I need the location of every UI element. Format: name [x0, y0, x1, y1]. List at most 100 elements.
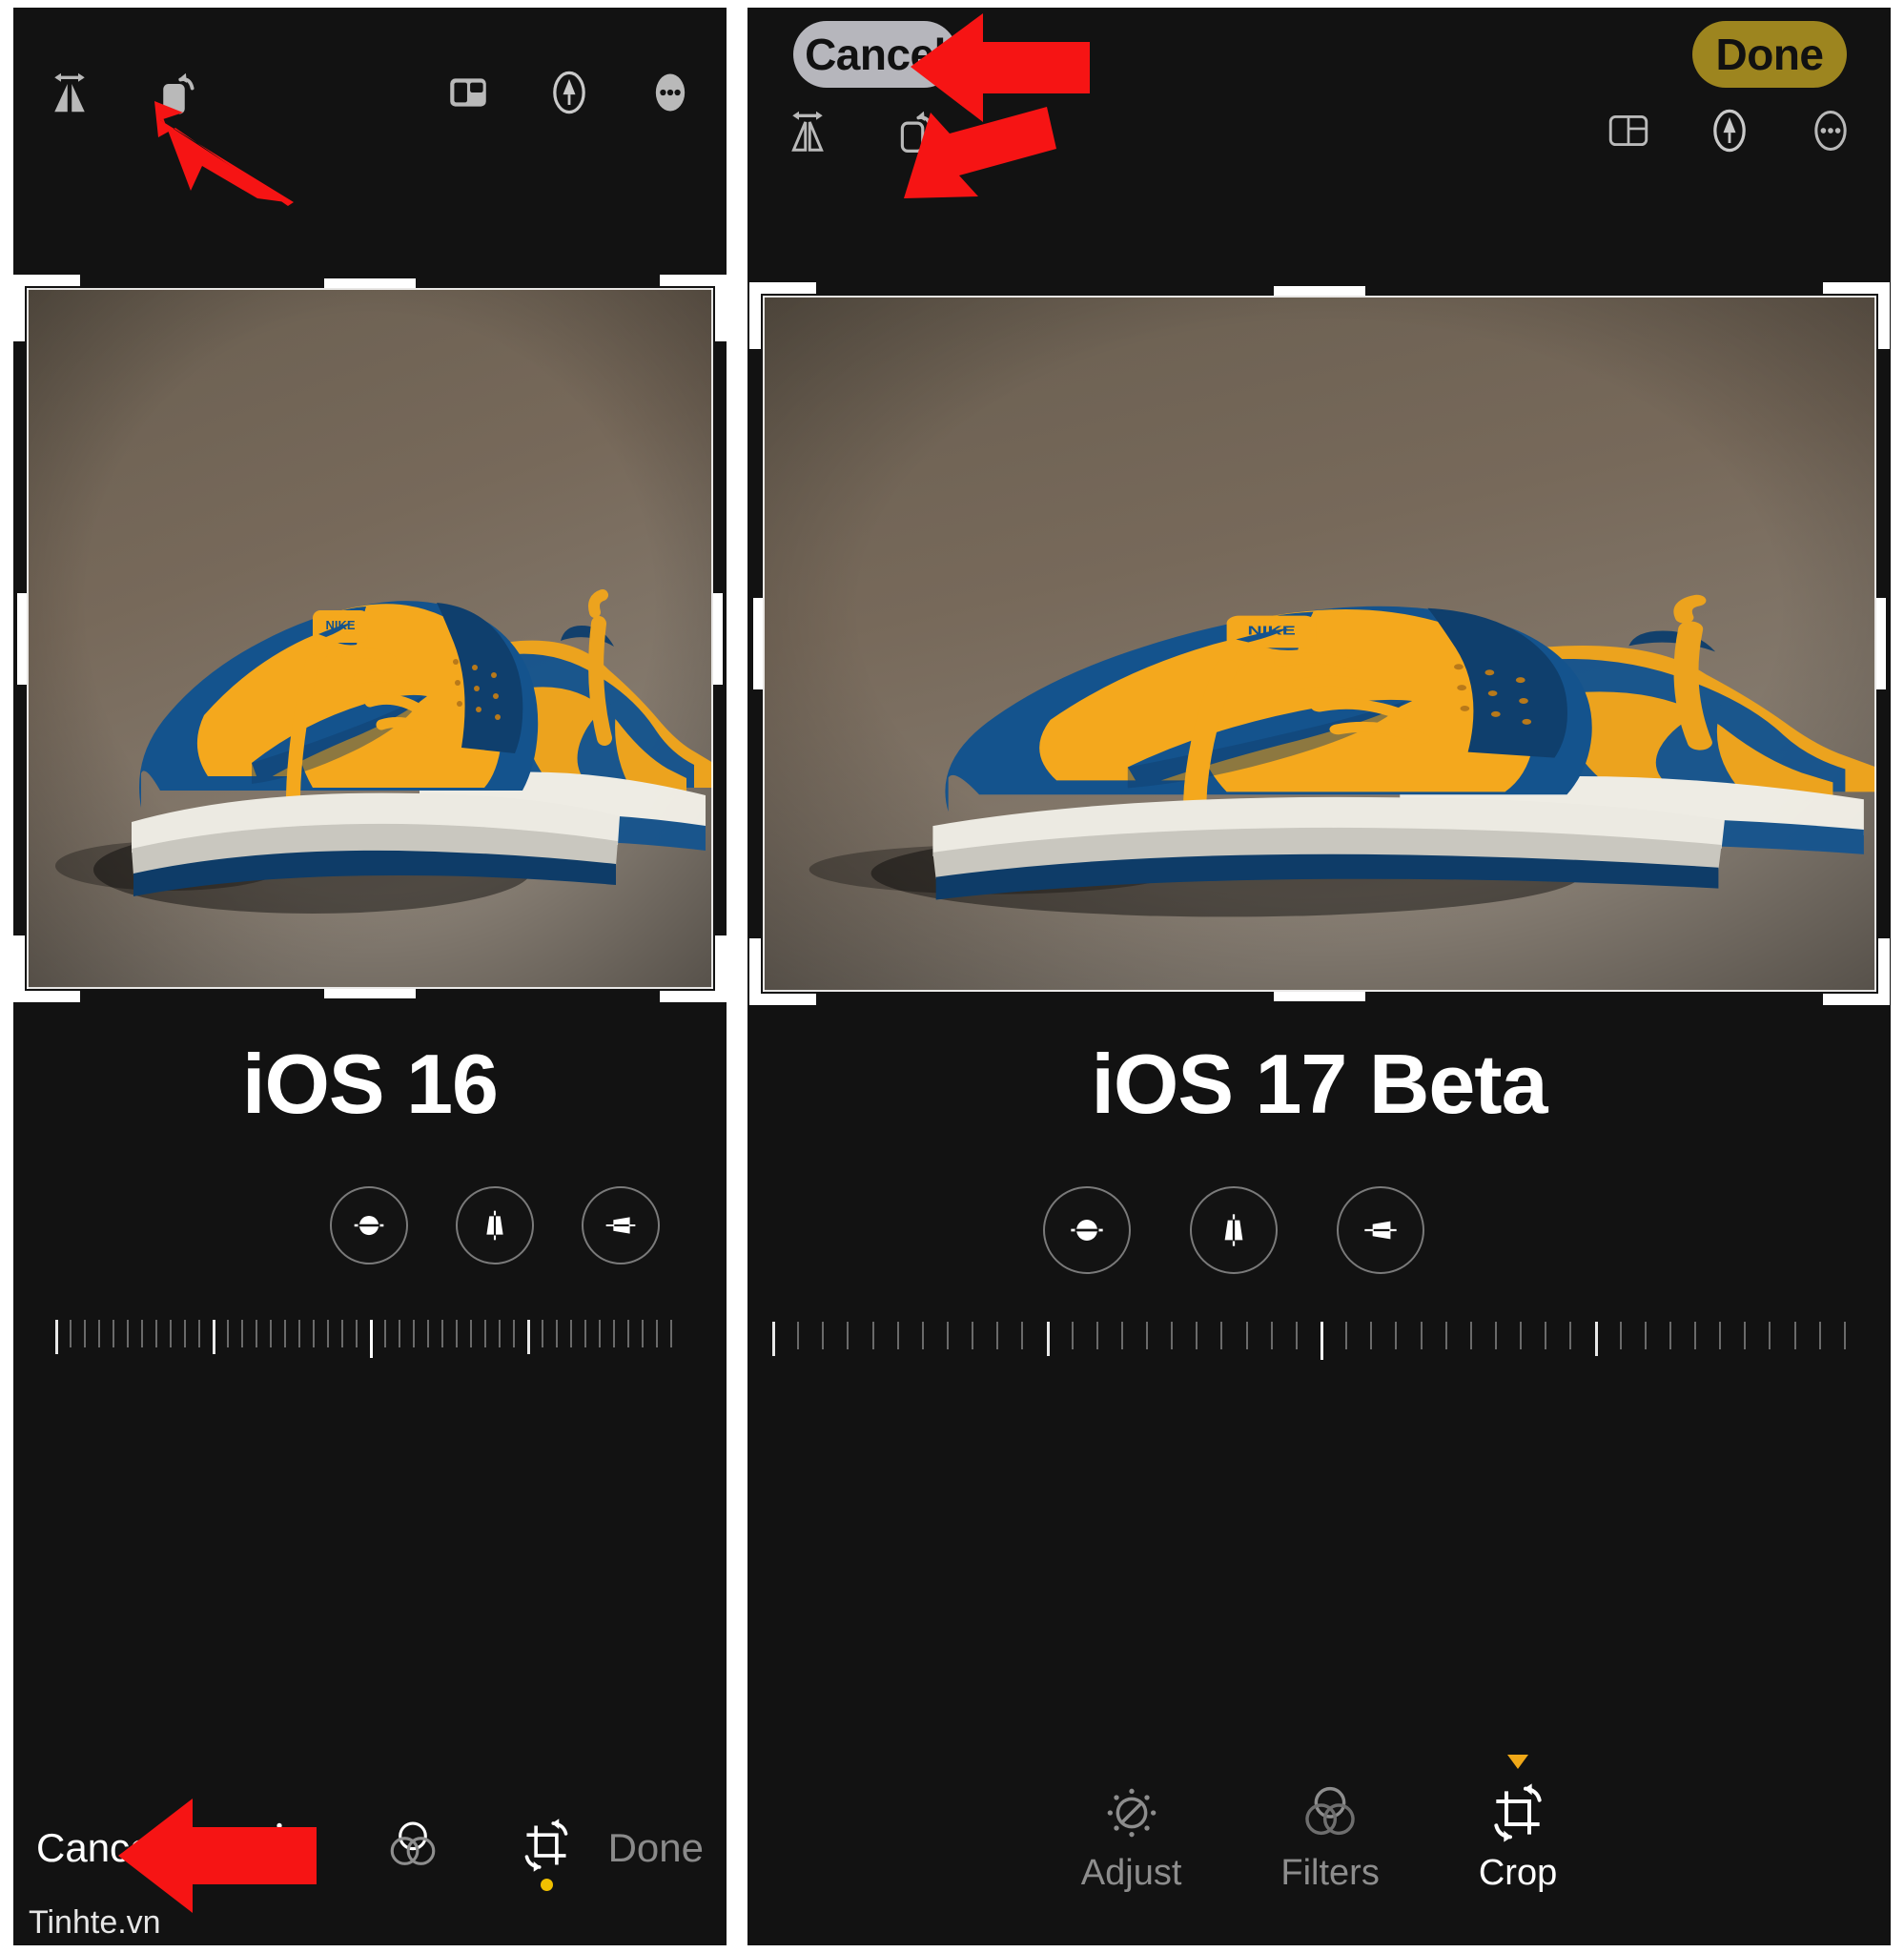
ruler-tick: [1047, 1322, 1050, 1356]
ruler-tick: [922, 1322, 924, 1349]
ruler-tick: [413, 1320, 415, 1347]
ruler-tick: [184, 1320, 186, 1347]
crop-handle-right-mid[interactable]: [713, 592, 723, 685]
ruler-tick: [1171, 1322, 1173, 1349]
ruler-tick: [1395, 1322, 1397, 1349]
ios17-crop-area[interactable]: NIKE: [749, 282, 1890, 1005]
ruler-tick: [198, 1320, 200, 1347]
crop-handle-bottom-mid[interactable]: [1274, 992, 1365, 1001]
crop-handle-top-mid[interactable]: [324, 278, 416, 288]
ios16-caption: iOS 16: [242, 1037, 499, 1131]
arrow-to-rotate-right-panel: [904, 107, 1056, 198]
ruler-tick: [456, 1320, 458, 1347]
ruler-tick: [1694, 1322, 1696, 1349]
straighten-icon[interactable]: [1043, 1186, 1131, 1274]
ruler-tick: [1794, 1322, 1796, 1349]
ruler-tick: [1470, 1322, 1472, 1349]
ruler-tick: [470, 1320, 472, 1347]
ruler-tick: [256, 1320, 257, 1347]
ruler-tick: [972, 1322, 973, 1349]
tool-badge-dot: [540, 1879, 553, 1891]
ruler-tick: [284, 1320, 286, 1347]
ruler-tick: [1246, 1322, 1248, 1349]
ruler-tick: [113, 1320, 114, 1347]
tab-crop[interactable]: Crop: [1479, 1755, 1557, 1894]
ios17-tab-bar: Adjust Filters Crop: [747, 1675, 1891, 1894]
horizontal-perspective-icon[interactable]: [582, 1186, 660, 1264]
ruler-tick: [213, 1320, 215, 1354]
tool-filters[interactable]: [385, 1818, 440, 1891]
ruler-tick: [527, 1320, 530, 1354]
ruler-tick: [55, 1320, 58, 1354]
ruler-tick: [1096, 1322, 1098, 1349]
ios17-geometry-controls: [1043, 1186, 1424, 1274]
ruler-tick: [947, 1322, 949, 1349]
flip-horizontal-icon[interactable]: [780, 103, 835, 158]
ruler-tick: [270, 1320, 272, 1347]
ruler-tick: [499, 1320, 501, 1347]
ruler-tick: [642, 1320, 644, 1347]
crop-handle-left-mid[interactable]: [753, 598, 763, 689]
horizontal-perspective-icon[interactable]: [1337, 1186, 1424, 1274]
markup-pen-icon[interactable]: [542, 65, 597, 120]
more-ellipsis-icon[interactable]: [643, 65, 698, 120]
ruler-tick: [1021, 1322, 1023, 1349]
ios17-straighten-ruler[interactable]: [772, 1322, 1869, 1360]
ruler-tick: [584, 1320, 586, 1347]
ruler-tick: [1545, 1322, 1546, 1349]
ruler-tick: [772, 1322, 775, 1356]
vertical-perspective-icon[interactable]: [456, 1186, 534, 1264]
ruler-tick: [599, 1320, 601, 1347]
ruler-tick: [1645, 1322, 1647, 1349]
ruler-tick: [1719, 1322, 1721, 1349]
tab-label: Filters: [1280, 1853, 1380, 1893]
arrow-to-rotate-left-panel: [154, 101, 294, 206]
ruler-tick: [341, 1320, 343, 1347]
crop-handle-top-mid[interactable]: [1274, 286, 1365, 296]
nike-dunk-low-sneakers-photo: NIKE: [763, 296, 1876, 992]
nike-dunk-low-sneakers-photo: NIKE: [27, 288, 713, 989]
aspect-ratio-icon[interactable]: [440, 65, 496, 120]
ios16-straighten-ruler[interactable]: [55, 1320, 685, 1358]
markup-pen-icon[interactable]: [1702, 103, 1757, 158]
ios16-crop-area[interactable]: NIKE: [13, 275, 727, 1002]
crop-handle-bottom-mid[interactable]: [324, 989, 416, 998]
ruler-tick: [847, 1322, 849, 1349]
vertical-perspective-icon[interactable]: [1190, 1186, 1278, 1274]
flip-horizontal-icon[interactable]: [42, 65, 97, 120]
ruler-tick: [1569, 1322, 1571, 1349]
ruler-tick: [127, 1320, 129, 1347]
ruler-tick: [613, 1320, 615, 1347]
ruler-tick: [1445, 1322, 1447, 1349]
straighten-icon[interactable]: [330, 1186, 408, 1264]
ruler-tick: [513, 1320, 515, 1347]
tool-crop[interactable]: [519, 1818, 574, 1891]
more-ellipsis-icon[interactable]: [1803, 103, 1858, 158]
ios17-caption: iOS 17 Beta: [1091, 1037, 1547, 1131]
tab-label: Crop: [1478, 1853, 1558, 1893]
ruler-tick: [1769, 1322, 1771, 1349]
tab-filters[interactable]: Filters: [1280, 1755, 1380, 1894]
ruler-tick: [399, 1320, 400, 1347]
ios17-panel: Cancel Done NIKE iOS 17 Beta Adjust Filt…: [747, 8, 1891, 1945]
ruler-tick: [1844, 1322, 1846, 1349]
crop-handle-left-mid[interactable]: [17, 592, 27, 685]
ruler-tick: [70, 1320, 72, 1347]
ruler-tick: [327, 1320, 329, 1347]
ruler-tick: [141, 1320, 143, 1347]
ruler-tick: [1121, 1322, 1123, 1349]
ruler-tick: [370, 1320, 373, 1358]
ruler-tick: [427, 1320, 429, 1347]
done-button[interactable]: Done: [1692, 21, 1847, 88]
ruler-tick: [1146, 1322, 1148, 1349]
aspect-ratio-icon[interactable]: [1601, 103, 1656, 158]
tab-adjust[interactable]: Adjust: [1081, 1755, 1181, 1894]
done-button[interactable]: Done: [608, 1825, 704, 1871]
ruler-tick: [1819, 1322, 1821, 1349]
ruler-tick: [384, 1320, 386, 1347]
ruler-tick: [1620, 1322, 1622, 1349]
crop-handle-right-mid[interactable]: [1876, 598, 1886, 689]
ruler-tick: [1321, 1322, 1323, 1360]
ruler-tick: [1196, 1322, 1198, 1349]
ruler-tick: [1669, 1322, 1671, 1349]
